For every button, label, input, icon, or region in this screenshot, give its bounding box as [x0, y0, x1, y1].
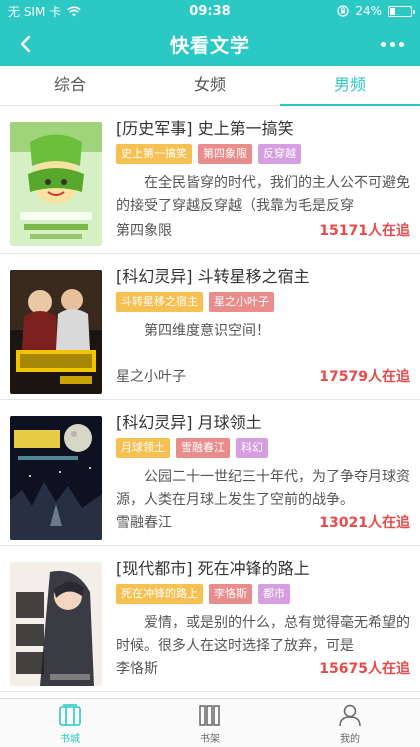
book-description: 公园二十一世纪三十年代，为了争夺月球资源，人类在月球上发生了空前的战争。 — [116, 469, 410, 508]
tag-badge[interactable]: 都市 — [258, 584, 290, 604]
book-meta: 雪融春江 13021人在追 — [116, 511, 410, 533]
tag-badge[interactable]: 雪融春江 — [176, 438, 230, 458]
book-info: [现代都市] 死在冲锋的路上 死在冲锋的路上 李恪斯 都市 爱情，或是别的什么，… — [116, 558, 410, 685]
reader-count: 17579人在追 — [319, 369, 410, 385]
tab-label: 书城 — [60, 733, 80, 745]
cover-image — [10, 562, 102, 686]
carrier-text: 无 SIM 卡 — [8, 4, 62, 19]
wifi-icon — [67, 6, 81, 16]
more-dots-icon — [389, 41, 395, 47]
cover-image — [10, 122, 102, 246]
tag-badge[interactable]: 李恪斯 — [209, 584, 252, 604]
book-description: 爱情，或是别的什么，总有觉得毫无希望的时候。很多人在这时选择了放弃，可是 — [116, 615, 410, 654]
tab-label: 我的 — [340, 733, 360, 745]
tag-list: 月球领土 雪融春江 科幻 — [116, 438, 410, 458]
status-right: 24% — [337, 4, 415, 18]
tag-badge[interactable]: 第四象限 — [198, 144, 252, 164]
book-info: [历史军事] 史上第一搞笑 史上第一搞笑 第四象限 反穿越 在全民皆穿的时代，我… — [116, 118, 410, 247]
book-list: [历史军事] 史上第一搞笑 史上第一搞笑 第四象限 反穿越 在全民皆穿的时代，我… — [0, 106, 420, 698]
more-dots-icon — [380, 41, 386, 47]
book-meta: 第四象限 15171人在追 — [116, 219, 410, 241]
list-item[interactable]: [科幻灵异] 月球领土 月球领土 雪融春江 科幻 公园二十一世纪三十年代，为了争… — [0, 400, 420, 546]
bottom-tab-bar: 书城 书架 我的 — [0, 698, 420, 747]
battery-percent: 24% — [355, 4, 382, 18]
status-bar: 无 SIM 卡 09:38 24% — [0, 0, 420, 22]
tag-list: 史上第一搞笑 第四象限 反穿越 — [116, 144, 410, 164]
rotation-lock-icon — [337, 5, 349, 17]
nav-bar: 快看文学 — [0, 22, 420, 66]
battery-icon — [388, 5, 415, 17]
book-cover[interactable] — [10, 416, 102, 540]
book-cover[interactable] — [10, 122, 102, 246]
reader-count: 13021人在追 — [319, 515, 410, 531]
book-author[interactable]: 李恪斯 — [116, 658, 158, 678]
tab-label: 书架 — [200, 733, 220, 745]
book-author[interactable]: 星之小叶子 — [116, 366, 186, 386]
list-item[interactable]: [历史军事] 史上第一搞笑 史上第一搞笑 第四象限 反穿越 在全民皆穿的时代，我… — [0, 106, 420, 254]
book-info: [科幻灵异] 斗转星移之宿主 斗转星移之宿主 星之小叶子 第四维度意识空间！ 星… — [116, 266, 410, 393]
tag-badge[interactable]: 月球领土 — [116, 438, 170, 458]
bookshelf-icon — [199, 704, 220, 726]
book-title[interactable]: [科幻灵异] 月球领土 — [116, 412, 410, 434]
book-description: 在全民皆穿的时代，我们的主人公不可避免的接受了穿越反穿越（我靠为毛是反穿 — [116, 175, 410, 214]
reader-count: 15171人在追 — [319, 223, 410, 239]
book-meta: 李恪斯 15675人在追 — [116, 657, 410, 679]
battery-fill — [390, 7, 395, 15]
profile-icon — [339, 704, 361, 726]
more-dots-icon — [398, 41, 404, 47]
back-arrow-icon — [20, 35, 31, 53]
tag-badge[interactable]: 死在冲锋的路上 — [116, 584, 203, 604]
tab-general[interactable]: 综合 — [0, 66, 140, 105]
book-title[interactable]: [历史军事] 史上第一搞笑 — [116, 118, 410, 140]
cover-image — [10, 416, 102, 540]
tag-list: 死在冲锋的路上 李恪斯 都市 — [116, 584, 410, 604]
tag-badge[interactable]: 反穿越 — [258, 144, 301, 164]
book-description: 第四维度意识空间！ — [144, 323, 270, 339]
tab-bookshelf[interactable]: 书架 — [140, 699, 280, 747]
tag-badge[interactable]: 斗转星移之宿主 — [116, 292, 203, 312]
book-meta: 星之小叶子 17579人在追 — [116, 365, 410, 387]
reader-count: 15675人在追 — [319, 661, 410, 677]
tag-badge[interactable]: 史上第一搞笑 — [116, 144, 192, 164]
page-title: 快看文学 — [169, 34, 250, 57]
book-info: [科幻灵异] 月球领土 月球领土 雪融春江 科幻 公园二十一世纪三十年代，为了争… — [116, 412, 410, 539]
book-author[interactable]: 第四象限 — [116, 220, 172, 240]
book-cover[interactable] — [10, 562, 102, 686]
tag-badge[interactable]: 科幻 — [236, 438, 268, 458]
tab-female[interactable]: 女频 — [140, 66, 280, 105]
status-left: 无 SIM 卡 — [8, 3, 81, 20]
book-author[interactable]: 雪融春江 — [116, 512, 172, 532]
more-button[interactable] — [376, 30, 408, 58]
bookstore-icon — [59, 703, 81, 726]
cover-image — [10, 270, 102, 394]
list-item[interactable]: [现代都市] 死在冲锋的路上 死在冲锋的路上 李恪斯 都市 爱情，或是别的什么，… — [0, 546, 420, 692]
tag-badge[interactable]: 星之小叶子 — [209, 292, 274, 312]
tab-bookstore[interactable]: 书城 — [0, 699, 140, 747]
book-cover[interactable] — [10, 270, 102, 394]
book-title[interactable]: [现代都市] 死在冲锋的路上 — [116, 558, 410, 580]
tab-male[interactable]: 男频 — [280, 66, 420, 106]
tab-profile[interactable]: 我的 — [280, 699, 420, 747]
back-button[interactable] — [12, 30, 40, 58]
tag-list: 斗转星移之宿主 星之小叶子 — [116, 292, 410, 312]
category-tabs: 综合 女频 男频 — [0, 66, 420, 106]
list-item[interactable]: [科幻灵异] 斗转星移之宿主 斗转星移之宿主 星之小叶子 第四维度意识空间！ 星… — [0, 254, 420, 400]
book-title[interactable]: [科幻灵异] 斗转星移之宿主 — [116, 266, 410, 288]
